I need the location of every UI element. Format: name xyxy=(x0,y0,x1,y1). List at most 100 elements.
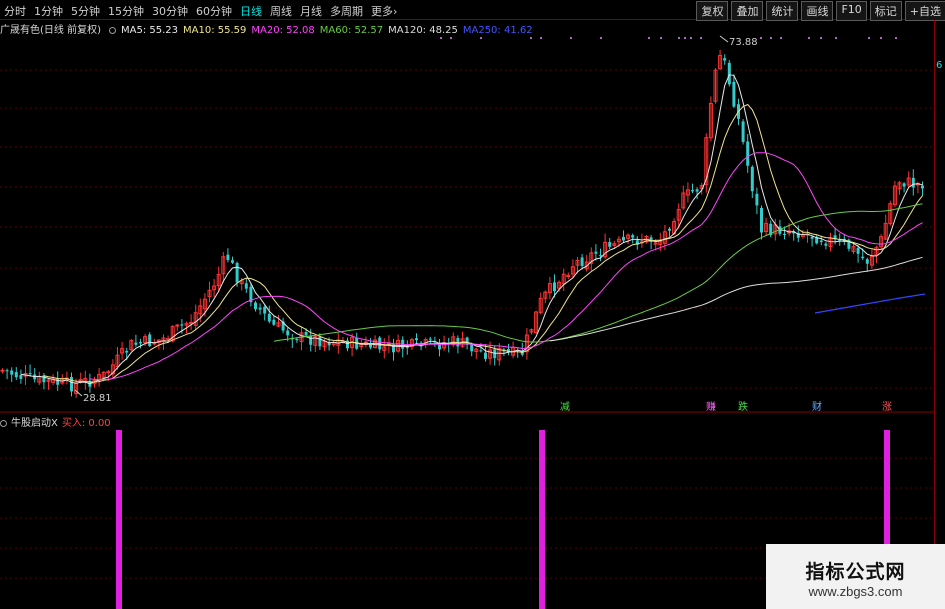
event-dot xyxy=(540,37,542,39)
candle-body-down xyxy=(244,283,248,289)
candle-body-up xyxy=(175,324,180,327)
signal-label: 涨 xyxy=(882,401,892,413)
event-dot xyxy=(690,37,692,39)
candle-body-down xyxy=(10,370,14,375)
watermark-url: www.zbgs3.com xyxy=(808,584,903,599)
candle-body-down xyxy=(254,302,257,310)
event-dot xyxy=(660,37,662,39)
event-dot xyxy=(760,37,762,39)
signal-label: 减 xyxy=(560,401,570,413)
candle-body-down xyxy=(599,255,602,257)
candle-body-down xyxy=(921,185,924,189)
candle-body-down xyxy=(668,228,671,231)
candle-body-down xyxy=(267,313,271,322)
candle-body-down xyxy=(723,58,727,61)
candle-body-up xyxy=(166,338,171,341)
candle-body-down xyxy=(746,141,750,166)
candle-body-down xyxy=(263,306,267,314)
candle-body-down xyxy=(760,207,763,233)
ma250-line xyxy=(814,293,926,314)
signal-label: 赚 xyxy=(706,400,716,413)
event-dot xyxy=(868,37,870,39)
event-dot xyxy=(570,37,572,39)
candle-body-down xyxy=(272,319,276,325)
buy-signal-bar xyxy=(539,430,545,609)
event-dot xyxy=(684,37,686,39)
kline-chart[interactable]: 73.88 28.81 减 赚 跌 财 涨 xyxy=(0,0,945,609)
buy-signal-bar xyxy=(116,430,122,609)
candle-body-down xyxy=(14,372,18,378)
event-dot xyxy=(820,37,822,39)
high-pointer xyxy=(719,35,729,43)
candle-body-down xyxy=(861,256,865,259)
candle-body-down xyxy=(750,166,754,192)
candle-body-down xyxy=(134,342,138,345)
ma10-line xyxy=(43,103,923,383)
event-dot xyxy=(835,37,837,39)
candle-body-down xyxy=(258,307,262,310)
event-dot xyxy=(678,37,680,39)
event-dot xyxy=(648,37,650,39)
watermark: 指标公式网 www.zbgs3.com xyxy=(766,544,945,609)
candle-body-down xyxy=(70,377,73,392)
chart-grid xyxy=(0,20,935,609)
low-price-label: 28.81 xyxy=(83,393,112,404)
candle-body-down xyxy=(484,352,487,359)
candle-body-down xyxy=(755,193,759,206)
candle-body-down xyxy=(810,236,814,239)
event-dot xyxy=(700,37,702,39)
candle-body-down xyxy=(594,251,598,254)
candle-body-up xyxy=(106,371,111,374)
candle-body-down xyxy=(286,330,290,336)
signal-label: 跌 xyxy=(738,400,748,413)
candle-body-down xyxy=(19,375,23,379)
candle-body-down xyxy=(865,259,869,264)
event-dot xyxy=(450,37,452,39)
candle-body-up xyxy=(0,369,5,372)
candle-body-down xyxy=(902,183,906,187)
candle-body-down xyxy=(180,324,184,326)
event-dot xyxy=(770,37,772,39)
event-dot xyxy=(895,37,897,39)
candle-body-down xyxy=(28,373,32,375)
candle-body-down xyxy=(428,338,432,340)
candle-body-down xyxy=(691,190,694,192)
candlestick-series xyxy=(0,49,924,398)
candle-body-down xyxy=(819,240,823,243)
candle-body-down xyxy=(56,378,60,385)
candle-body-down xyxy=(470,343,474,352)
candle-body-down xyxy=(148,334,152,347)
ma120-line xyxy=(549,256,923,342)
indicator-settings-icon[interactable] xyxy=(0,419,7,427)
candle-body-down xyxy=(727,62,731,85)
candle-body-down xyxy=(304,331,308,336)
candle-body-down xyxy=(139,342,142,344)
sub-indicator-value: 买入: 0.00 xyxy=(61,418,111,429)
sub-indicator-bar: 牛股启动X 买入: 0.00 xyxy=(0,414,115,429)
candle-body-down xyxy=(235,262,239,283)
candle-body-down xyxy=(231,260,234,263)
sub-indicator-name: 牛股启动X xyxy=(11,418,58,429)
candle-body-down xyxy=(479,350,483,352)
price-axis-label: 6 xyxy=(936,60,943,71)
event-dot xyxy=(480,37,482,39)
event-dot xyxy=(440,37,442,39)
candle-body-down xyxy=(622,236,625,241)
high-price-label: 73.88 xyxy=(729,37,758,48)
event-dot xyxy=(808,37,810,39)
candle-body-down xyxy=(226,254,230,261)
event-dot xyxy=(880,37,882,39)
watermark-title: 指标公式网 xyxy=(805,561,906,583)
candle-body-down xyxy=(415,338,418,341)
ma60-line xyxy=(273,203,923,343)
candle-body-down xyxy=(911,177,915,188)
event-dot xyxy=(780,37,782,39)
candle-body-down xyxy=(695,189,699,192)
ma5-line xyxy=(20,74,923,385)
candle-body-down xyxy=(125,350,129,353)
event-dot xyxy=(600,37,602,39)
candle-body-down xyxy=(631,235,635,238)
candle-body-down xyxy=(309,336,313,345)
candle-body-down xyxy=(824,243,828,246)
candle-body-down xyxy=(553,282,556,292)
